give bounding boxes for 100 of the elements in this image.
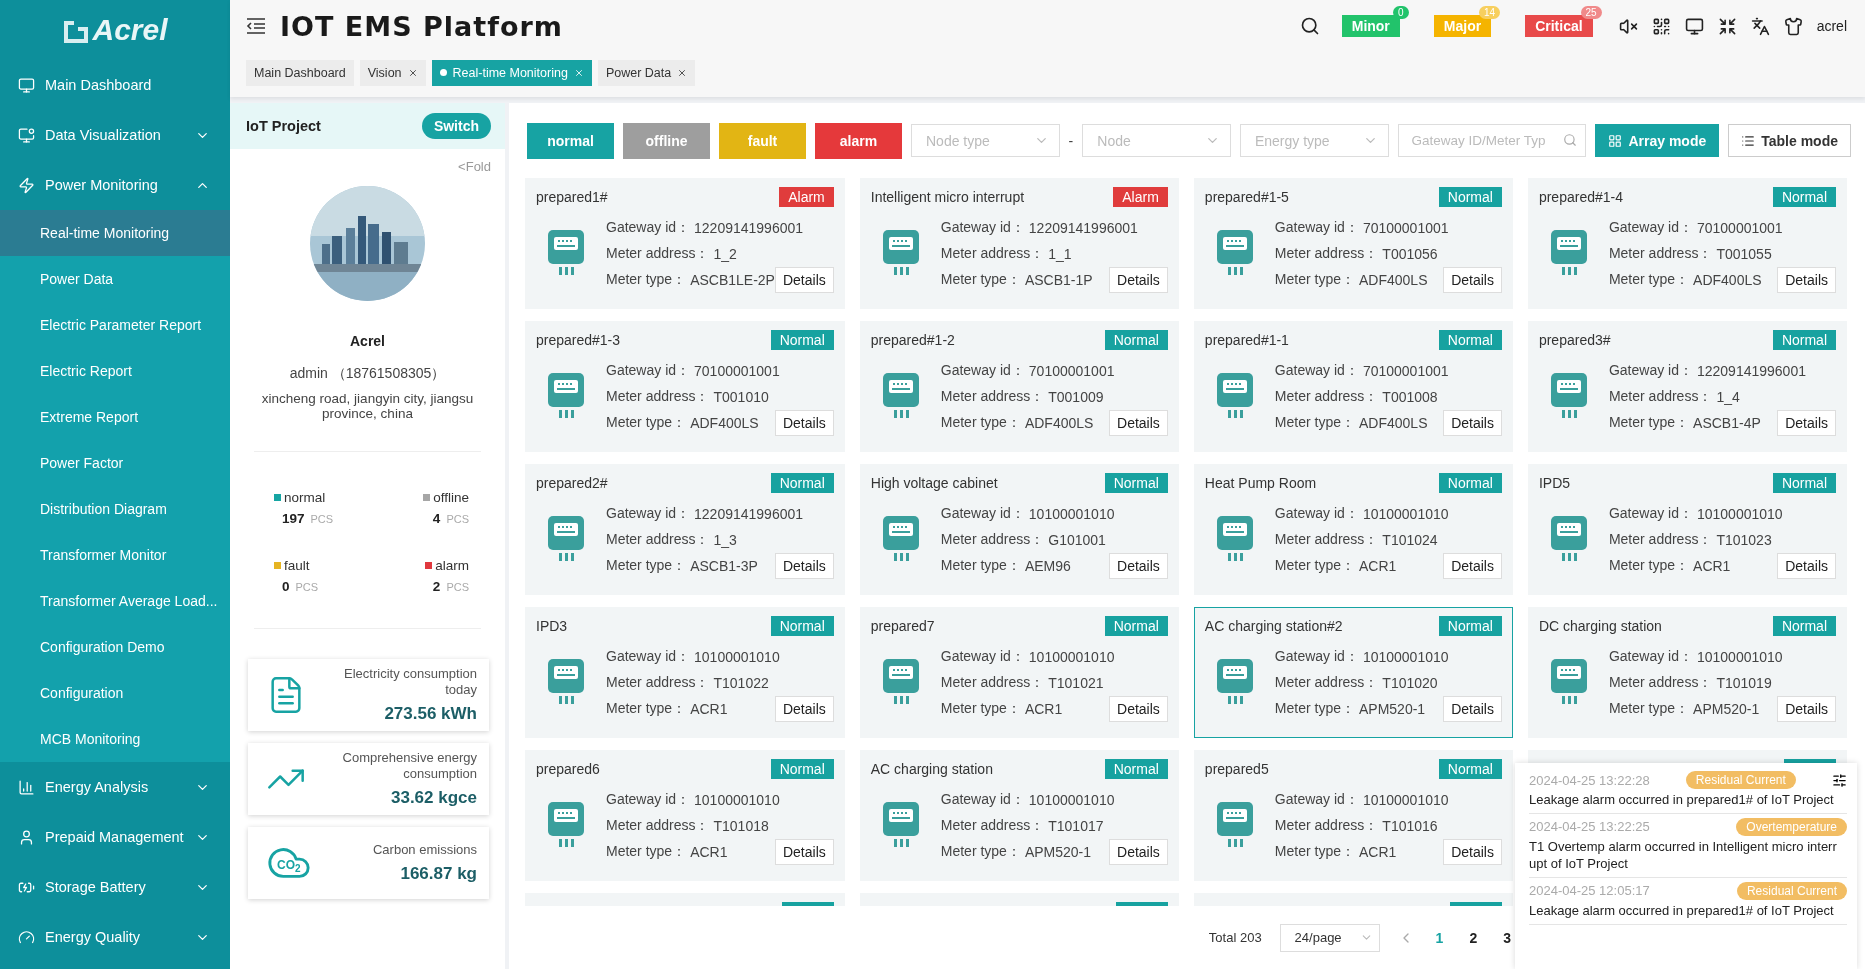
node-select[interactable]: Node <box>1082 124 1231 157</box>
details-button[interactable]: Details <box>774 266 834 293</box>
details-button[interactable]: Details <box>1109 409 1168 436</box>
card-title: prepared5 <box>1204 760 1269 777</box>
sidebar-subitem[interactable]: Transformer Monitor <box>0 532 230 578</box>
details-button[interactable]: Details <box>1777 266 1836 293</box>
field-label: Gateway id： <box>940 647 1025 666</box>
details-button[interactable]: Details <box>1109 695 1168 722</box>
status-badge: Normal <box>1104 473 1168 493</box>
sidebar-subitem[interactable]: Configuration Demo <box>0 624 230 670</box>
field-label: Meter address： <box>940 816 1045 835</box>
details-button[interactable]: Details <box>1443 266 1502 293</box>
gauge-icon <box>18 928 35 946</box>
page-tab[interactable]: Vision <box>359 59 426 86</box>
card-title: AC charging station#2 <box>1204 617 1343 634</box>
details-button[interactable]: Details <box>1109 838 1168 865</box>
address-text: xincheng road, jiangyin city, jiangsu province, china <box>260 391 475 421</box>
notification-message: Leakage alarm occurred in prepared1# of IoT Project <box>1529 902 1835 920</box>
sidebar-subitem[interactable]: Real-time Monitoring <box>0 210 230 256</box>
card-title: prepared#1-5 <box>1204 188 1289 205</box>
search-field[interactable]: Gateway ID/Meter Typ <box>1398 124 1587 157</box>
mute-icon[interactable] <box>1618 16 1638 36</box>
details-button[interactable]: Details <box>774 409 834 436</box>
filter-icon[interactable] <box>1832 772 1847 788</box>
sidebar-item[interactable]: Storage Battery <box>0 862 230 912</box>
status-filter-button[interactable]: normal <box>527 122 614 159</box>
details-button[interactable]: Details <box>1443 552 1502 579</box>
sidebar-item[interactable]: Power Monitoring <box>0 160 230 210</box>
view-mode-button[interactable]: Array mode <box>1595 124 1720 157</box>
sidebar-subitem[interactable]: Power Data <box>0 256 230 302</box>
sidebar-item[interactable]: Energy Quality <box>0 912 230 962</box>
page-number[interactable]: 1 <box>1431 929 1448 946</box>
co2-label: CO$_{2}$ <box>277 858 301 875</box>
qr-code-icon[interactable] <box>1651 16 1671 36</box>
details-button[interactable]: Details <box>1109 552 1168 579</box>
severity-button[interactable]: Minor <box>1341 15 1400 37</box>
field-value: 10100001010 <box>694 791 780 808</box>
meter-icon <box>1216 515 1253 562</box>
status-badge: Normal <box>1772 473 1836 493</box>
details-button[interactable]: Details <box>774 695 834 722</box>
meter-icon <box>1550 658 1587 705</box>
field-value: T101018 <box>713 817 769 834</box>
status-badge: Normal <box>770 616 834 636</box>
field-value: 12209141996001 <box>1696 362 1806 379</box>
translate-icon[interactable] <box>1750 16 1770 36</box>
page-number[interactable]: 2 <box>1465 929 1482 946</box>
shrink-icon[interactable] <box>1717 16 1737 36</box>
details-button[interactable]: Details <box>1109 266 1168 293</box>
sidebar-subitem[interactable]: Configuration <box>0 670 230 716</box>
menu-icon[interactable] <box>246 17 266 35</box>
field-value: ADF400LS <box>1024 414 1094 431</box>
details-button[interactable]: Details <box>1777 552 1836 579</box>
sidebar-item[interactable]: Energy Analysis <box>0 762 230 812</box>
details-button[interactable]: Details <box>1777 409 1836 436</box>
user-icon <box>18 828 35 846</box>
view-mode-button[interactable]: Table mode <box>1728 124 1851 157</box>
switch-button[interactable]: Switch <box>421 113 491 139</box>
node-type-select[interactable]: Node type <box>911 124 1060 157</box>
field-value: 70100001001 <box>1696 219 1783 236</box>
page-number[interactable]: 3 <box>1499 929 1515 946</box>
status-filter-button[interactable]: offline <box>623 122 710 159</box>
details-button[interactable]: Details <box>1443 695 1502 722</box>
details-button[interactable]: Details <box>1777 695 1836 722</box>
contact-text: admin （18761508305） <box>288 365 447 383</box>
field-label: Gateway id： <box>1274 218 1359 237</box>
details-button[interactable]: Details <box>774 552 834 579</box>
sidebar-subitem[interactable]: Extreme Report <box>0 394 230 440</box>
energy-type-select[interactable]: Energy type <box>1239 124 1390 157</box>
sidebar-subitem[interactable]: Transformer Average Load... <box>0 578 230 624</box>
details-button[interactable]: Details <box>774 838 834 865</box>
sidebar-item[interactable]: Prepaid Management <box>0 812 230 862</box>
status-filter-button[interactable]: alarm <box>815 122 902 159</box>
sidebar-subitem[interactable]: MCB Monitoring <box>0 716 230 762</box>
sidebar-subitem[interactable]: Electric Parameter Report <box>0 302 230 348</box>
sidebar-subitem[interactable]: Electric Report <box>0 348 230 394</box>
sidebar-item[interactable]: Data Visualization <box>0 110 230 160</box>
field-label: Gateway id： <box>1274 504 1359 523</box>
field-value: ACR1 <box>1024 700 1063 717</box>
sidebar-subitem[interactable]: Power Factor <box>0 440 230 486</box>
close-icon[interactable] <box>677 67 688 78</box>
page-tab[interactable]: Power Data <box>597 59 696 86</box>
details-button[interactable]: Details <box>1443 409 1502 436</box>
meter-icon <box>882 372 919 419</box>
page-tab[interactable]: Real-time Monitoring <box>431 59 592 86</box>
sidebar-item[interactable]: Main Dashboard <box>0 60 230 110</box>
meter-icon <box>1216 372 1253 419</box>
user-name[interactable]: acrel <box>1816 18 1847 34</box>
close-icon[interactable] <box>407 67 418 78</box>
fold-link[interactable]: <Fold <box>458 159 491 174</box>
severity-button[interactable]: Critical <box>1525 15 1593 37</box>
page-tab[interactable]: Main Dashboard <box>246 59 354 86</box>
field-label: Gateway id： <box>606 504 691 523</box>
field-value: T001010 <box>713 388 769 405</box>
count-value: 4 <box>432 511 441 526</box>
shirt-icon[interactable] <box>1783 16 1803 36</box>
sidebar-subitem[interactable]: Distribution Diagram <box>0 486 230 532</box>
details-button[interactable]: Details <box>1443 838 1502 865</box>
search-icon[interactable] <box>1299 16 1320 36</box>
monitor-icon[interactable] <box>1684 16 1704 36</box>
page-size-select[interactable]: 24/page <box>1279 923 1380 952</box>
